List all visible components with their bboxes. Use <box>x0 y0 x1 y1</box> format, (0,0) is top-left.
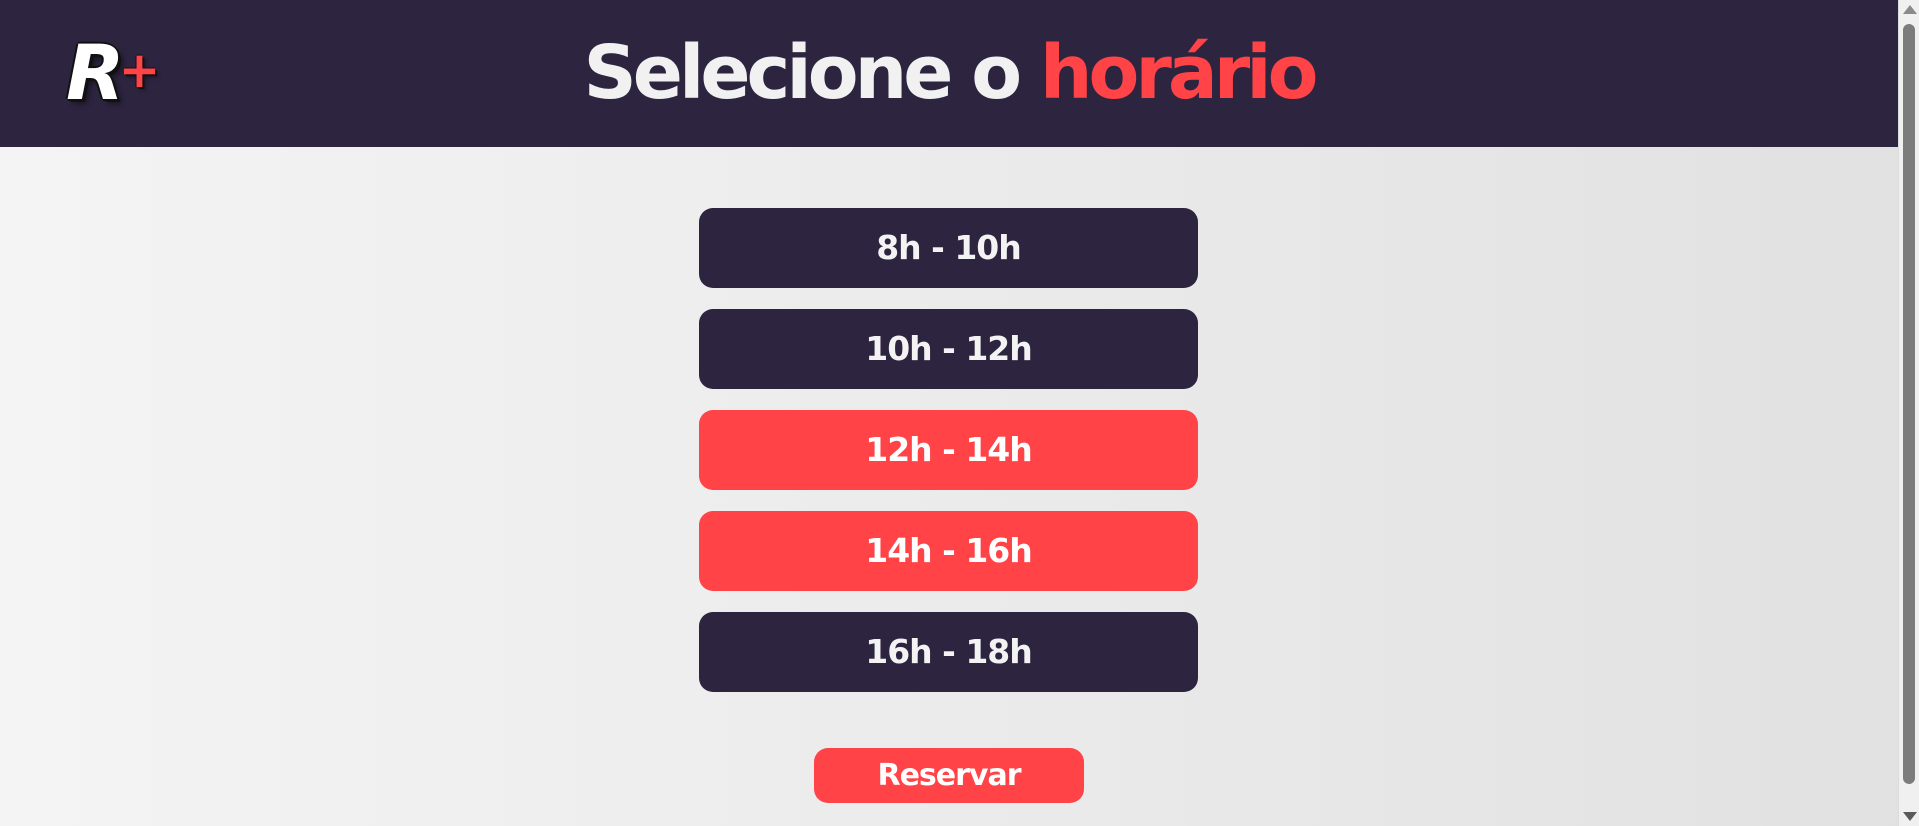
vertical-scrollbar[interactable] <box>1898 0 1919 826</box>
scroll-up-arrow-icon[interactable] <box>1903 5 1917 14</box>
page-title: Selecione o horário <box>0 28 1898 118</box>
page-title-accent: horário <box>1039 30 1319 116</box>
time-slot-8-10[interactable]: 8h - 10h <box>699 208 1198 288</box>
time-slot-14-16[interactable]: 14h - 16h <box>699 511 1198 591</box>
page-title-main: Selecione o <box>583 30 1022 116</box>
time-slot-16-18[interactable]: 16h - 18h <box>699 612 1198 692</box>
time-slot-10-12[interactable]: 10h - 12h <box>699 309 1198 389</box>
time-slot-12-14[interactable]: 12h - 14h <box>699 410 1198 490</box>
scrollbar-thumb[interactable] <box>1903 24 1915 784</box>
scroll-down-arrow-icon[interactable] <box>1903 812 1917 821</box>
header-bar: R + Selecione o horário <box>0 0 1898 147</box>
reserve-button[interactable]: Reservar <box>814 748 1084 803</box>
page: R + Selecione o horário 8h - 10h 10h - 1… <box>0 0 1898 826</box>
time-slot-list: 8h - 10h 10h - 12h 12h - 14h 14h - 16h 1… <box>699 208 1198 713</box>
